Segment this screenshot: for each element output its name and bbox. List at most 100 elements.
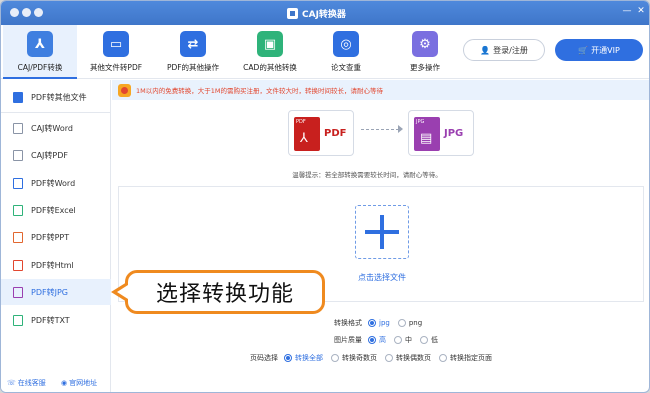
radio-icon xyxy=(385,354,393,362)
txt-doc-icon xyxy=(13,314,23,326)
tip-text: 温馨提示：若全部转换需要较长时间，请耐心等待。 xyxy=(292,171,442,179)
pages-option-custom[interactable]: 转换指定页面 xyxy=(439,353,492,363)
format-setting: 转换格式 jpg png xyxy=(334,316,430,330)
sidebar-item-label: CAJ转Word xyxy=(31,123,73,133)
globe-icon: ◉ xyxy=(61,379,68,387)
sidebar-item-pdf-html[interactable]: PDF转Html xyxy=(1,252,111,278)
radio-label: jpg xyxy=(379,319,390,327)
sidebar-item-pdf-excel[interactable]: PDF转Excel xyxy=(1,197,111,223)
tab-label: CAD的其他转换 xyxy=(243,63,297,72)
tab-pdf-other-ops[interactable]: ⇄ PDF的其他操作 xyxy=(156,25,230,79)
quality-option-high[interactable]: 高 xyxy=(368,335,386,345)
target-format-label: JPG xyxy=(444,128,464,139)
sidebar-item-pdf-jpg[interactable]: PDF转JPG xyxy=(1,279,111,305)
ppt-doc-icon xyxy=(13,231,23,243)
radio-icon xyxy=(331,354,339,362)
main-toolbar: ⅄ CAJ/PDF转换 ▭ 其他文件转PDF ⇄ PDF的其他操作 ▣ CAD的… xyxy=(1,25,649,79)
radio-label: 转换指定页面 xyxy=(450,354,492,362)
quality-option-medium[interactable]: 中 xyxy=(394,335,412,345)
sidebar-item-pdf-txt[interactable]: PDF转TXT xyxy=(1,307,111,333)
pages-label: 页码选择 xyxy=(250,354,278,362)
format-option-png[interactable]: png xyxy=(397,319,423,327)
sidebar-item-pdf-word[interactable]: PDF转Word xyxy=(1,170,111,196)
add-file-button[interactable] xyxy=(355,205,409,259)
vip-button[interactable]: 🛒 开通VIP xyxy=(555,39,643,61)
sidebar-header-label: PDF转其他文件 xyxy=(31,92,87,102)
gear-icon: ⚙ xyxy=(412,31,438,57)
sidebar-item-label: CAJ转PDF xyxy=(31,150,69,160)
official-site-link[interactable]: ◉ 官网地址 xyxy=(61,378,97,388)
excel-doc-icon xyxy=(13,204,23,216)
minimize-icon[interactable]: — xyxy=(622,6,632,16)
word-doc-icon xyxy=(13,177,23,189)
radio-icon xyxy=(439,354,447,362)
source-format-label: PDF xyxy=(324,128,347,139)
tab-other-to-pdf[interactable]: ▭ 其他文件转PDF xyxy=(79,25,153,79)
radio-label: 转换偶数页 xyxy=(396,354,431,362)
radio-icon xyxy=(397,319,406,327)
login-label: 登录/注册 xyxy=(493,45,528,55)
headset-icon: ☏ xyxy=(7,379,16,387)
close-icon[interactable]: ✕ xyxy=(636,6,646,16)
sidebar-item-caj-pdf[interactable]: CAJ转PDF xyxy=(1,142,111,168)
tab-more-ops[interactable]: ⚙ 更多操作 xyxy=(388,25,462,79)
tab-label: 更多操作 xyxy=(410,63,440,72)
radio-label: 中 xyxy=(405,336,412,344)
sidebar-divider xyxy=(1,112,111,113)
notice-text: 1M以内的免费转换，大于1M的需购买注册，文件较大时，转换时间较长，请耐心等待 xyxy=(136,87,383,95)
format-label: 转换格式 xyxy=(334,319,362,327)
radio-icon xyxy=(394,336,402,344)
radio-label: 转换奇数页 xyxy=(342,354,377,362)
tab-label: PDF的其他操作 xyxy=(166,63,220,72)
minimize-window-dot[interactable] xyxy=(22,8,31,17)
callout-annotation: 选择转换功能 xyxy=(125,270,325,314)
pages-option-all[interactable]: 转换全部 xyxy=(284,353,323,363)
online-service-label: 在线客服 xyxy=(17,379,46,387)
title-bar: CAJ转换器 — ✕ xyxy=(1,1,649,25)
sidebar-item-label: PDF转PPT xyxy=(31,232,70,242)
gift-icon xyxy=(118,83,131,97)
pages-option-even[interactable]: 转换偶数页 xyxy=(385,353,431,363)
radio-icon xyxy=(368,319,376,327)
format-option-jpg[interactable]: jpg xyxy=(368,319,390,327)
pages-option-odd[interactable]: 转换奇数页 xyxy=(331,353,377,363)
sidebar-item-pdf-ppt[interactable]: PDF转PPT xyxy=(1,224,111,250)
online-service-link[interactable]: ☏ 在线客服 xyxy=(7,378,46,388)
sidebar-item-caj-word[interactable]: CAJ转Word xyxy=(1,115,111,141)
pdf-file-tag: PDF xyxy=(296,119,306,125)
swap-icon: ⇄ xyxy=(180,31,206,57)
tab-cad-convert[interactable]: ▣ CAD的其他转换 xyxy=(233,25,307,79)
tab-paper-check[interactable]: ◎ 论文查重 xyxy=(309,25,383,79)
select-file-label[interactable]: 点击选择文件 xyxy=(324,272,440,283)
radio-label: png xyxy=(408,319,423,327)
convert-arrow-icon xyxy=(398,125,403,133)
maximize-window-dot[interactable] xyxy=(34,8,43,17)
jpg-file-tag: JPG xyxy=(416,119,425,125)
tab-caj-pdf-convert[interactable]: ⅄ CAJ/PDF转换 xyxy=(3,25,77,79)
radio-icon xyxy=(284,354,292,362)
image-icon: ▤ xyxy=(420,131,433,146)
pdf-doc-icon xyxy=(13,149,23,161)
jpg-file-icon: JPG ▤ xyxy=(414,117,440,151)
radio-label: 高 xyxy=(379,336,386,344)
close-window-dot[interactable] xyxy=(10,8,19,17)
cart-icon: 🛒 xyxy=(578,45,589,55)
convert-arrow-line xyxy=(361,129,399,130)
official-site-label: 官网地址 xyxy=(69,379,98,387)
callout-text: 选择转换功能 xyxy=(155,282,294,307)
quality-label: 图片质量 xyxy=(334,336,362,344)
pages-setting: 页码选择 转换全部 转换奇数页 转换偶数页 转换指定页面 xyxy=(250,351,500,365)
quality-setting: 图片质量 高 中 低 xyxy=(334,333,446,347)
folder-icon: ▭ xyxy=(103,31,129,57)
html-doc-icon xyxy=(13,259,23,271)
sidebar: PDF转其他文件 CAJ转Word CAJ转PDF PDF转Word PDF转E… xyxy=(1,80,111,392)
sidebar-header[interactable]: PDF转其他文件 xyxy=(1,84,111,110)
user-icon: 👤 xyxy=(480,45,491,55)
source-format-card: PDF ⅄ PDF xyxy=(288,110,354,156)
notice-bar: 1M以内的免费转换，大于1M的需购买注册，文件较大时，转换时间较长，请耐心等待 xyxy=(112,80,649,100)
app-title-text: CAJ转换器 xyxy=(302,9,346,20)
app-window: CAJ转换器 — ✕ ⅄ CAJ/PDF转换 ▭ 其他文件转PDF ⇄ PDF的… xyxy=(0,0,650,393)
login-button[interactable]: 👤 登录/注册 xyxy=(463,39,545,61)
quality-option-low[interactable]: 低 xyxy=(420,335,438,345)
app-logo-icon xyxy=(287,7,298,19)
